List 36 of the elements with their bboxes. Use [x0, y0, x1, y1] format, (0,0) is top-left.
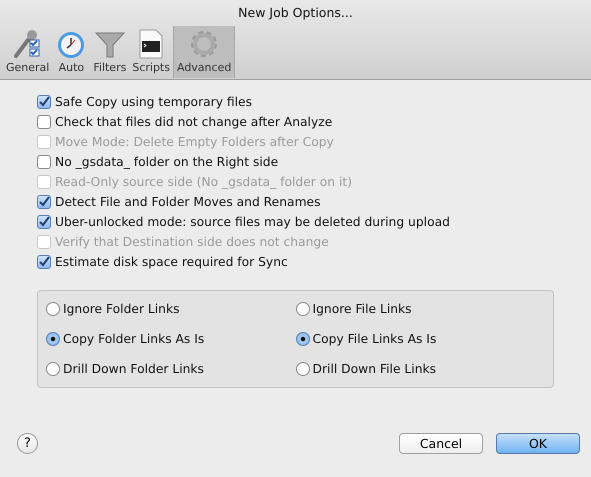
checkbox-label: Estimate disk space required for Sync — [55, 255, 288, 269]
radio-button[interactable] — [296, 332, 310, 346]
checkbox-label: Read-Only source side (No _gsdata_ folder on it) — [55, 175, 352, 189]
radio-button[interactable] — [46, 302, 60, 316]
toolbar-tab[interactable]: General — [3, 26, 52, 78]
ok-button[interactable]: OK — [496, 432, 580, 454]
radio-label: Drill Down File Links — [312, 362, 436, 376]
toolbar-tab[interactable]: Auto — [52, 26, 90, 78]
radio-button[interactable] — [46, 362, 60, 376]
window-title: New Job Options... — [237, 4, 354, 22]
checkbox-label: Verify that Destination side does not change — [55, 235, 329, 249]
checkbox[interactable] — [37, 215, 51, 229]
radio-label: Ignore Folder Links — [63, 302, 180, 316]
checkbox-label: Detect File and Folder Moves and Renames — [55, 195, 321, 209]
checkbox[interactable] — [37, 115, 51, 129]
checkbox-label: Check that files did not change after Analyze — [55, 115, 332, 129]
cancel-button[interactable]: Cancel — [399, 432, 483, 454]
checkbox[interactable] — [37, 95, 51, 109]
checkbox-label: Uber-unlocked mode: source files may be deleted during upload — [55, 215, 450, 229]
radio-button[interactable] — [46, 332, 60, 346]
checkbox[interactable] — [37, 155, 51, 169]
radio-label: Copy Folder Links As Is — [63, 332, 204, 346]
checkbox[interactable] — [37, 255, 51, 269]
help-button[interactable]: ? — [17, 432, 38, 454]
radio-label: Ignore File Links — [312, 302, 412, 316]
toolbar-tab[interactable]: Filters — [90, 26, 130, 78]
checkbox-label: No _gsdata_ folder on the Right side — [55, 155, 278, 169]
radio-button[interactable] — [296, 362, 310, 376]
radio-label: Copy File Links As Is — [312, 332, 436, 346]
radio-button[interactable] — [296, 302, 310, 316]
checkbox-label: Safe Copy using temporary files — [55, 95, 252, 109]
toolbar-tab[interactable]: Scripts — [129, 26, 173, 78]
toolbar-tab[interactable]: Advanced — [172, 26, 236, 78]
radio-label: Drill Down Folder Links — [63, 362, 204, 376]
checkbox[interactable] — [37, 195, 51, 209]
checkbox-label: Move Mode: Delete Empty Folders after Copy — [55, 135, 334, 149]
